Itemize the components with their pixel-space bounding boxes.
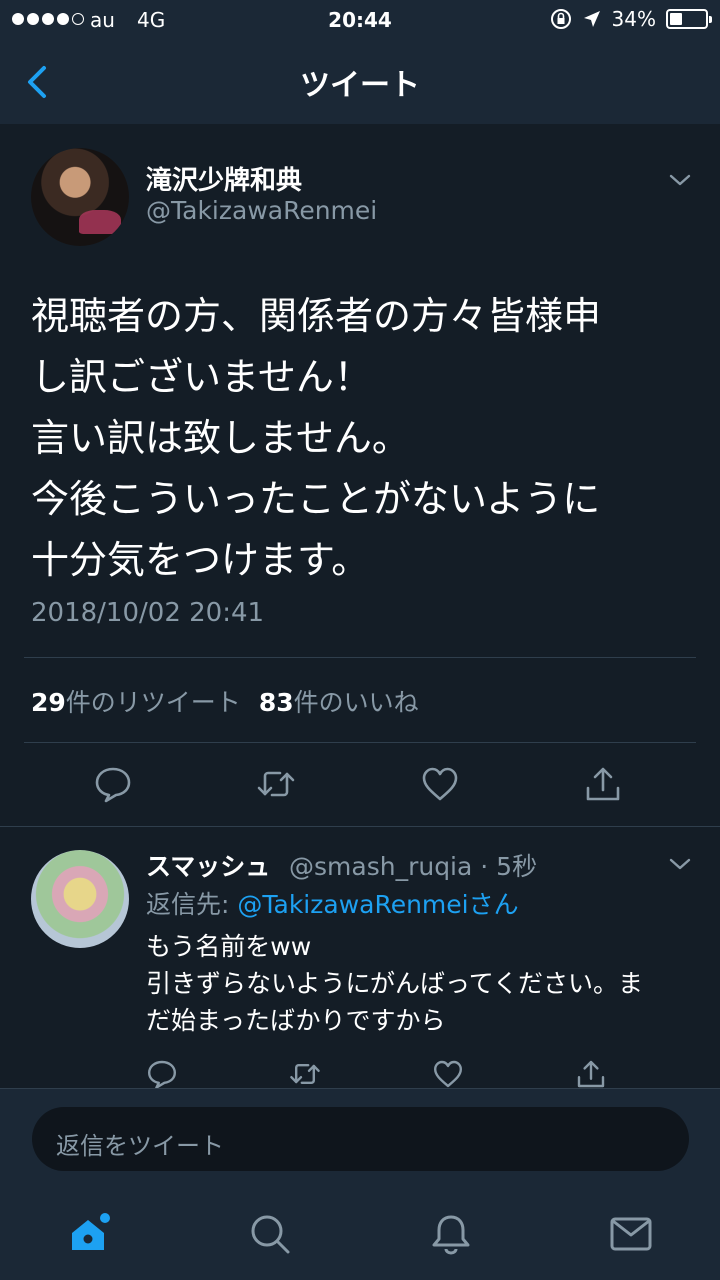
home-icon[interactable] [68,1212,112,1256]
like-stat[interactable]: 83件のいいね [259,683,419,719]
reply-input[interactable]: 返信をツイート [32,1107,689,1171]
author-avatar[interactable] [31,148,129,246]
reply-text: もう名前をww 引きずらないようにがんばってください。ま だ始まったばかりですか… [146,932,644,1035]
reply-icon[interactable] [93,764,133,804]
like-icon[interactable] [420,764,460,804]
search-icon[interactable] [248,1212,292,1256]
like-count: 83 [258,688,294,717]
reply-handle-time[interactable]: @smash_ruqia · 5秒 [289,847,537,883]
page-title: ツイート [300,68,420,103]
reply-share-icon[interactable] [575,1058,607,1090]
notifications-icon[interactable] [429,1212,473,1256]
reply-to-suffix: さん [468,890,519,919]
retweet-stat[interactable]: 29件のリツイート [31,683,241,719]
section-divider [0,826,720,827]
divider [24,657,696,658]
status-right-group: 34% [550,7,712,31]
reply-to-line: 返信先: @TakizawaRenmeiさん [146,885,519,921]
battery-percent: 34% [611,7,656,31]
reply-avatar[interactable] [31,850,129,948]
reply-like-icon[interactable] [432,1058,464,1090]
tab-bar [0,1188,720,1280]
status-bar: au 4G 20:44 34% [0,0,720,40]
tweet-text: 視聴者の方、関係者の方々皆様申 し訳ございません！ 言い訳は致しません。 今後こ… [31,294,602,582]
retweet-label: 件のリツイート [65,688,241,717]
divider [24,742,696,743]
location-icon [583,11,600,27]
battery-fill [670,13,682,25]
reply-retweet-icon[interactable] [289,1058,321,1090]
reply-chevron-down-icon[interactable] [668,856,692,872]
nav-bar: ツイート [0,40,720,124]
reply-reply-icon[interactable] [146,1058,178,1090]
reply-to-prefix: 返信先: [146,890,238,919]
battery-icon [666,9,712,29]
reply-author-name[interactable]: スマッシュ [146,847,270,883]
author-name[interactable]: 滝沢少牌和典 [146,160,302,197]
messages-icon[interactable] [609,1212,653,1256]
tweet-stats: 29件のリツイート 83件のいいね [31,683,419,719]
chevron-down-icon[interactable] [668,172,692,188]
author-handle[interactable]: @TakizawaRenmei [146,196,377,225]
tweet-timestamp: 2018/10/02 20:41 [31,598,265,628]
retweet-icon[interactable] [256,764,296,804]
reply-to-mention[interactable]: @TakizawaRenmei [237,890,468,919]
orientation-lock-icon [550,9,571,29]
share-icon[interactable] [583,764,623,804]
reply-composer: 返信をツイート [0,1088,720,1188]
retweet-count: 29 [31,688,66,717]
like-label: 件のいいね [293,688,419,717]
